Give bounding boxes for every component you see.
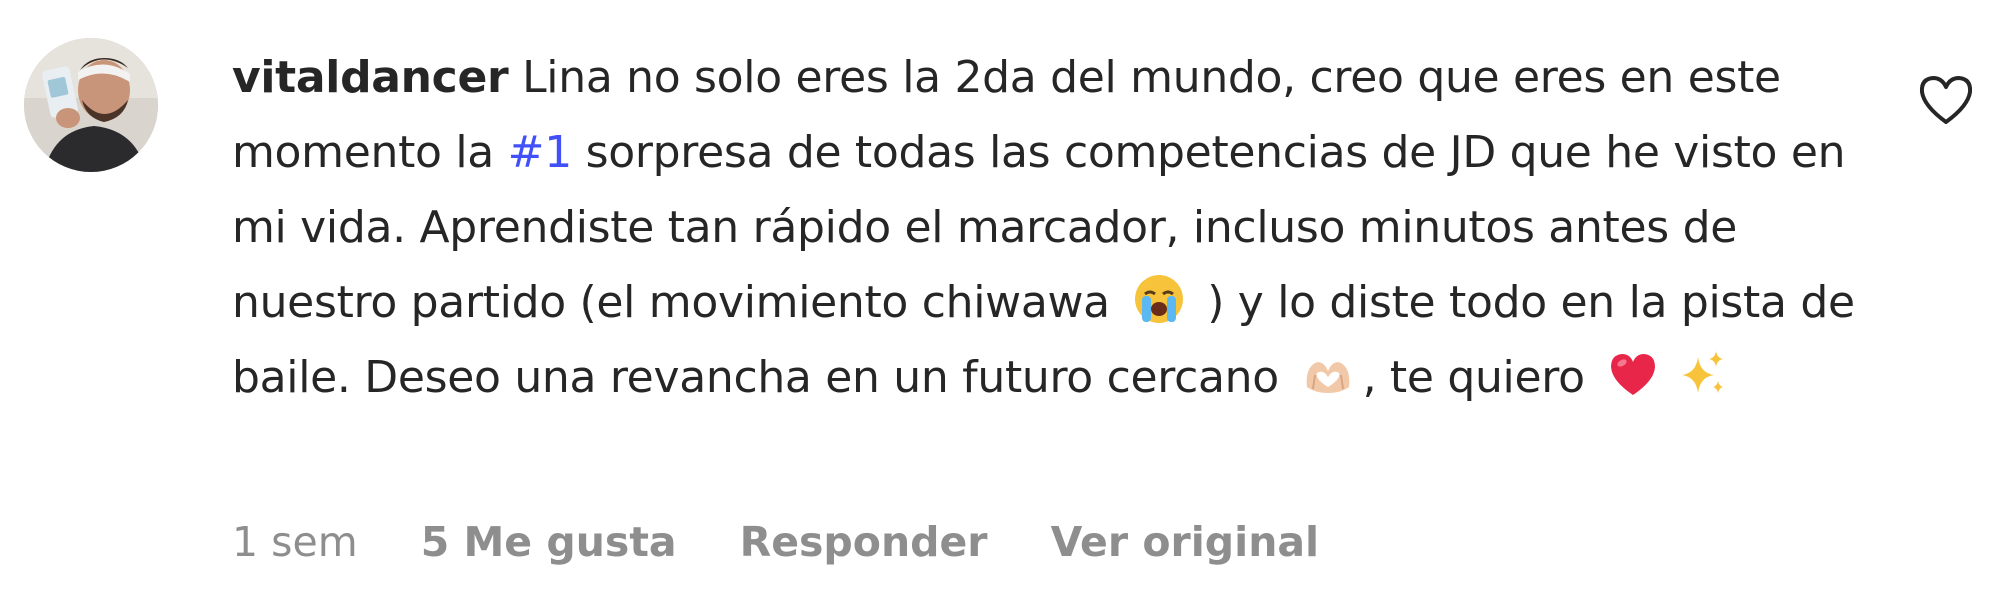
username[interactable]: vitaldancer [232,52,509,103]
red-heart-emoji [1606,347,1660,401]
likes-count-link[interactable]: 5 Me gusta [421,518,677,566]
comment-timestamp[interactable]: 1 sem [232,518,358,566]
heart-outline-icon [1919,76,1973,124]
heart-hands-emoji [1301,347,1355,401]
see-original-button[interactable]: Ver original [1051,518,1320,566]
sparkles-emoji [1676,347,1730,401]
comment-text: vitaldancer Lina no solo eres la 2da del… [232,40,1872,415]
comment-actions: 1 sem 5 Me gusta Responder Ver original [232,518,1319,566]
comment-body: vitaldancer Lina no solo eres la 2da del… [232,40,1872,415]
reply-button[interactable]: Responder [740,518,988,566]
avatar[interactable] [24,38,158,172]
hashtag-link[interactable]: #1 [508,127,573,178]
loudly-crying-face-emoji [1132,272,1186,326]
comment-text-part: , te quiero [1362,352,1599,403]
avatar-photo [24,38,158,172]
comment: vitaldancer Lina no solo eres la 2da del… [0,0,2000,616]
like-button[interactable] [1916,72,1976,128]
